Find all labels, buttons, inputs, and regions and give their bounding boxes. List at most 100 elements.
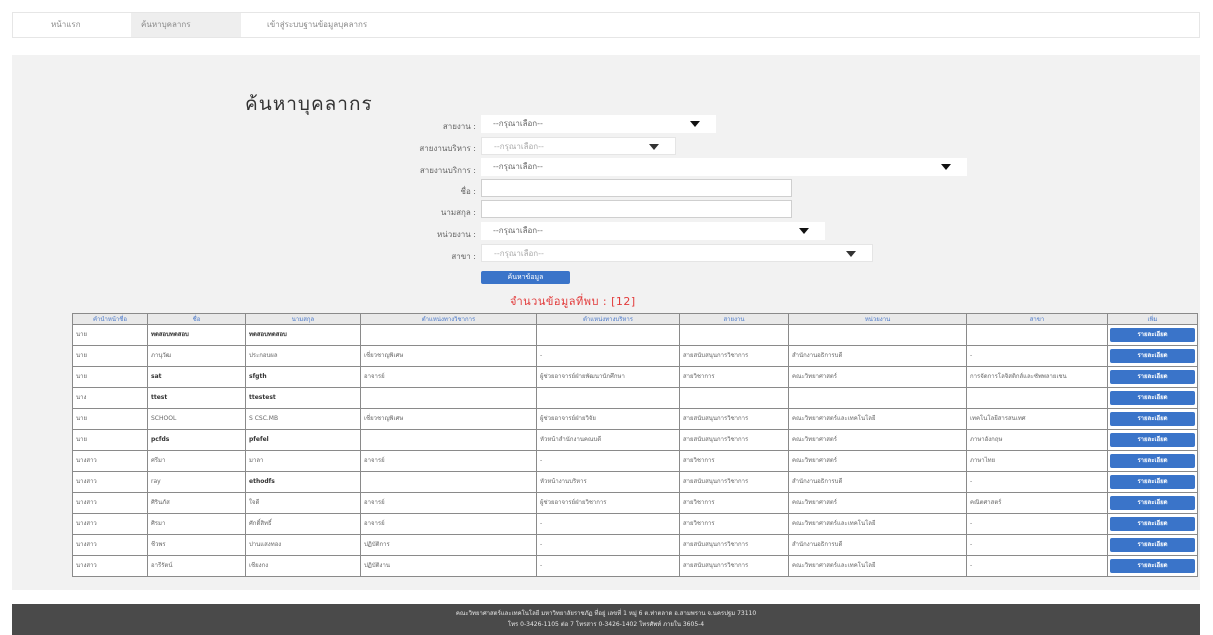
cell-department: สำนักงานอธิการบดี bbox=[788, 471, 967, 493]
col-header-line[interactable]: สายงาน bbox=[679, 313, 789, 325]
cell-last-name: ศักดิ์สิทธิ์ bbox=[245, 513, 361, 535]
chevron-down-icon bbox=[649, 144, 659, 150]
cell-first-name: pcfds bbox=[147, 429, 246, 451]
cell-prefix: นางสาว bbox=[72, 450, 148, 472]
cell-department: สำนักงานอธิการบดี bbox=[788, 345, 967, 367]
cell-branch: ภาษาอังกฤษ bbox=[966, 429, 1108, 451]
detail-button[interactable]: รายละเอียด bbox=[1110, 454, 1195, 468]
cell-last-name: sfgth bbox=[245, 366, 361, 388]
cell-first-name: อารีรัตน์ bbox=[147, 555, 246, 577]
detail-button[interactable]: รายละเอียด bbox=[1110, 517, 1195, 531]
cell-first-name: ภานุวัฒ bbox=[147, 345, 246, 367]
service-position-select[interactable]: --กรุณาเลือก-- bbox=[481, 158, 967, 176]
detail-button[interactable]: รายละเอียด bbox=[1110, 559, 1195, 573]
detail-button[interactable]: รายละเอียด bbox=[1110, 349, 1195, 363]
detail-button[interactable]: รายละเอียด bbox=[1110, 538, 1195, 552]
cell-department: คณะวิทยาศาสตร์ bbox=[788, 450, 967, 472]
cell-prefix: นาย bbox=[72, 429, 148, 451]
table-row: นาง ttest ttestest รายละเอียด bbox=[72, 387, 1198, 409]
last-name-input[interactable] bbox=[481, 200, 792, 218]
nav-tab-login-database[interactable]: เข้าสู่ระบบฐานข้อมูลบุคลากร bbox=[257, 13, 457, 37]
search-button[interactable]: ค้นหาข้อมูล bbox=[481, 271, 570, 284]
detail-button[interactable]: รายละเอียด bbox=[1110, 433, 1195, 447]
branch-select[interactable]: --กรุณาเลือก-- bbox=[481, 244, 873, 262]
col-header-department[interactable]: หน่วยงาน bbox=[788, 313, 967, 325]
line-select-value: --กรุณาเลือก-- bbox=[493, 119, 543, 128]
cell-admin-position: - bbox=[536, 513, 680, 535]
cell-academic-position bbox=[360, 471, 537, 493]
field-label-admin: สายงานบริหาร : bbox=[419, 144, 476, 153]
page-title: ค้นหาบุคลากร bbox=[245, 93, 373, 115]
department-select-value: --กรุณาเลือก-- bbox=[493, 226, 543, 235]
cell-action: รายละเอียด bbox=[1107, 534, 1198, 556]
nav-tab-search-staff[interactable]: ค้นหาบุคลากร bbox=[131, 13, 241, 37]
cell-first-name: ชีวพร bbox=[147, 534, 246, 556]
cell-line: สายสนับสนุนการวิชาการ bbox=[679, 471, 789, 493]
cell-action: รายละเอียด bbox=[1107, 387, 1198, 409]
cell-line: สายสนับสนุนการวิชาการ bbox=[679, 429, 789, 451]
table-header-row: คำนำหน้าชื่อ ชื่อ นามสกุล ตำแหน่งทางวิชา… bbox=[72, 313, 1198, 325]
field-label-branch: สาขา : bbox=[451, 252, 476, 261]
detail-button[interactable]: รายละเอียด bbox=[1110, 370, 1195, 384]
cell-academic-position: ปฏิบัติงาน bbox=[360, 555, 537, 577]
line-select[interactable]: --กรุณาเลือก-- bbox=[481, 115, 716, 133]
cell-admin-position: - bbox=[536, 555, 680, 577]
table-row: นาย pcfds pfefel หัวหน้าสำนักงานคณบดี สา… bbox=[72, 429, 1198, 451]
cell-prefix: นาย bbox=[72, 324, 148, 346]
col-header-first-name[interactable]: ชื่อ bbox=[147, 313, 246, 325]
cell-branch bbox=[966, 324, 1108, 346]
cell-last-name: ประกอบผล bbox=[245, 345, 361, 367]
col-header-branch[interactable]: สาขา bbox=[966, 313, 1108, 325]
cell-branch bbox=[966, 387, 1108, 409]
branch-select-value: --กรุณาเลือก-- bbox=[494, 249, 544, 258]
cell-department: คณะวิทยาศาสตร์และเทคโนโลยี bbox=[788, 513, 967, 535]
cell-action: รายละเอียด bbox=[1107, 345, 1198, 367]
cell-academic-position bbox=[360, 324, 537, 346]
results-table: คำนำหน้าชื่อ ชื่อ นามสกุล ตำแหน่งทางวิชา… bbox=[72, 313, 1198, 577]
cell-last-name: เชียงกง bbox=[245, 555, 361, 577]
cell-admin-position bbox=[536, 387, 680, 409]
chevron-down-icon bbox=[846, 251, 856, 257]
col-header-academic-position[interactable]: ตำแหน่งทางวิชาการ bbox=[360, 313, 537, 325]
cell-academic-position: อาจารย์ bbox=[360, 366, 537, 388]
col-header-admin-position[interactable]: ตำแหน่งทางบริหาร bbox=[536, 313, 680, 325]
cell-action: รายละเอียด bbox=[1107, 555, 1198, 577]
footer-contact: โทร 0-3426-1105 ต่อ 7 โทรสาร 0-3426-1402… bbox=[507, 621, 705, 628]
cell-action: รายละเอียด bbox=[1107, 366, 1198, 388]
cell-prefix: นางสาว bbox=[72, 513, 148, 535]
detail-button[interactable]: รายละเอียด bbox=[1110, 328, 1195, 342]
col-header-last-name[interactable]: นามสกุล bbox=[245, 313, 361, 325]
cell-department: คณะวิทยาศาสตร์ bbox=[788, 492, 967, 514]
cell-line: สายสนับสนุนการวิชาการ bbox=[679, 534, 789, 556]
cell-last-name: pfefel bbox=[245, 429, 361, 451]
cell-branch: เทคโนโลยีสารสนเทศ bbox=[966, 408, 1108, 430]
cell-academic-position: ปฏิบัติการ bbox=[360, 534, 537, 556]
cell-prefix: นางสาว bbox=[72, 492, 148, 514]
cell-line: สายวิชาการ bbox=[679, 366, 789, 388]
cell-department: คณะวิทยาศาสตร์และเทคโนโลยี bbox=[788, 555, 967, 577]
cell-last-name: ethodfs bbox=[245, 471, 361, 493]
field-label-line: สายงาน : bbox=[442, 122, 476, 131]
cell-branch: ภาษาไทย bbox=[966, 450, 1108, 472]
first-name-input[interactable] bbox=[481, 179, 792, 197]
cell-admin-position: - bbox=[536, 450, 680, 472]
detail-button[interactable]: รายละเอียด bbox=[1110, 496, 1195, 510]
detail-button[interactable]: รายละเอียด bbox=[1110, 475, 1195, 489]
col-header-prefix[interactable]: คำนำหน้าชื่อ bbox=[72, 313, 148, 325]
detail-button[interactable]: รายละเอียด bbox=[1110, 412, 1195, 426]
detail-button[interactable]: รายละเอียด bbox=[1110, 391, 1195, 405]
cell-action: รายละเอียด bbox=[1107, 408, 1198, 430]
cell-branch: การจัดการโลจิสติกส์และซัพพลายเชน bbox=[966, 366, 1108, 388]
cell-first-name: ศิรมา bbox=[147, 513, 246, 535]
cell-action: รายละเอียด bbox=[1107, 513, 1198, 535]
cell-admin-position: หัวหน้าสำนักงานคณบดี bbox=[536, 429, 680, 451]
nav-tab-home[interactable]: หน้าแรก bbox=[41, 13, 105, 37]
cell-branch: - bbox=[966, 471, 1108, 493]
cell-prefix: นางสาว bbox=[72, 471, 148, 493]
col-header-more[interactable]: เพิ่ม bbox=[1107, 313, 1198, 325]
cell-first-name: ทดสอบทดสอบ bbox=[147, 324, 246, 346]
department-select[interactable]: --กรุณาเลือก-- bbox=[481, 222, 825, 240]
admin-position-select[interactable]: --กรุณาเลือก-- bbox=[481, 137, 676, 155]
cell-last-name: S CSC.MB bbox=[245, 408, 361, 430]
cell-admin-position: ผู้ช่วยอาจารย์ฝ่ายพัฒนานักศึกษา bbox=[536, 366, 680, 388]
